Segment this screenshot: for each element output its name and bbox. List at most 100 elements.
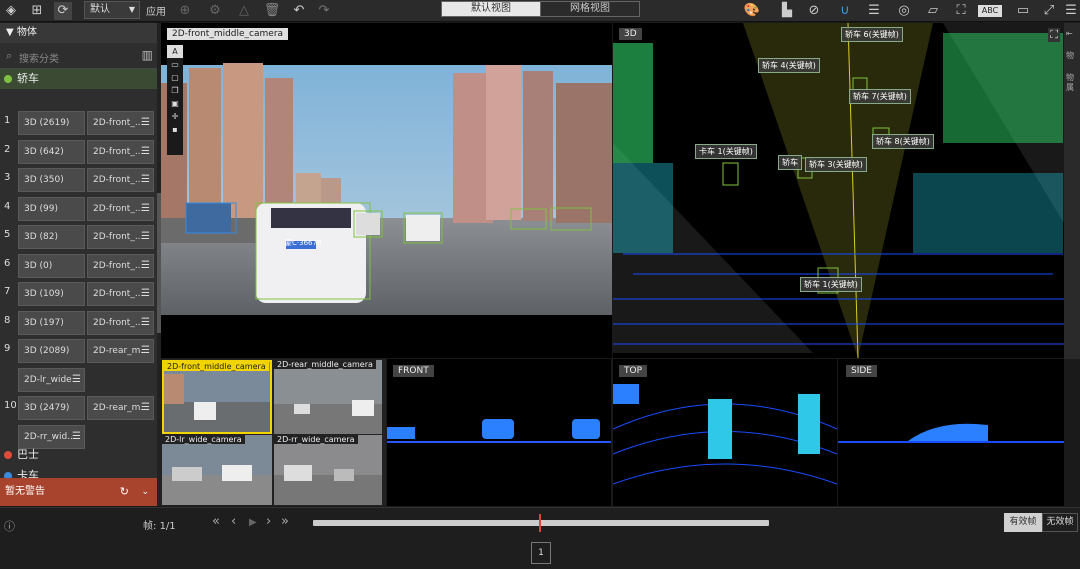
menu-icon[interactable]: ☰	[141, 141, 150, 163]
rect-tool-icon[interactable]: ▢	[167, 71, 183, 84]
abc-icon[interactable]: A	[167, 45, 183, 58]
sidebar-header[interactable]: ▼ 物体	[0, 23, 157, 43]
first-frame-icon[interactable]: «	[212, 514, 220, 529]
menu-icon[interactable]: ☰	[141, 312, 150, 334]
camera-icon[interactable]: ◎	[895, 2, 913, 20]
tab-default-view[interactable]: 默认视图	[442, 2, 540, 16]
chip-3d[interactable]: 3D (82)	[18, 225, 85, 249]
object-label[interactable]: 卡车 1(关键帧)	[695, 144, 757, 159]
main-camera-view[interactable]: 2D-front_middle_camera 蒙C·3667B	[161, 23, 612, 358]
invalid-frame-button[interactable]: 无效帧	[1042, 513, 1078, 532]
chip-3d[interactable]: 3D (0)	[18, 253, 85, 278]
list-icon[interactable]: ☰	[865, 2, 883, 20]
chip-3d[interactable]: 3D (350)	[18, 168, 85, 192]
screen-icon[interactable]: ▭	[1014, 2, 1032, 20]
chip-2d[interactable]: 2D-lr_wide... ☰	[18, 367, 85, 392]
box-tool-icon[interactable]: ▭	[167, 58, 183, 71]
chip-2d[interactable]: 2D-front_... ☰	[87, 168, 154, 192]
view-3d[interactable]: 3D ⛶ 轿车 6(关键帧) 轿车 4(关键帧) 轿车 7(关键帧) 轿车 8(…	[613, 23, 1064, 358]
chip-3d[interactable]: 3D (197)	[18, 310, 85, 335]
merge-icon[interactable]: ⊕	[176, 2, 194, 20]
chevron-down-icon[interactable]: ⌄	[141, 478, 149, 506]
eye-off-icon[interactable]: ⊘	[805, 2, 823, 20]
timeline-marker[interactable]	[539, 514, 541, 532]
info-icon[interactable]: ⓘ	[4, 518, 15, 534]
point-tool-icon[interactable]: ▪	[167, 123, 183, 136]
prev-frame-icon[interactable]: ‹	[231, 514, 236, 529]
chip-3d[interactable]: 3D (2479)	[18, 396, 85, 420]
search-input[interactable]: 搜索分类	[19, 50, 59, 65]
magnet-icon[interactable]: ∪	[836, 2, 854, 20]
fullscreen-icon[interactable]: ⛶	[952, 2, 970, 20]
valid-frame-button[interactable]: 有效帧	[1004, 513, 1042, 532]
palette-icon[interactable]: 🎨	[743, 2, 761, 20]
menu-icon[interactable]: ☰	[141, 198, 150, 220]
menu-icon[interactable]: ☰	[141, 255, 150, 277]
refresh-icon[interactable]: ↻	[120, 478, 129, 506]
chip-2d[interactable]: 2D-rear_m... ☰	[87, 339, 154, 363]
polygon-icon[interactable]: △	[235, 2, 253, 20]
right-collapsed-panel[interactable]: ⇤ 物 物 属	[1064, 23, 1080, 359]
object-label[interactable]: 轿车 3(关键帧)	[805, 157, 867, 172]
preset-select[interactable]: 默认 ▼	[84, 1, 140, 19]
menu-icon[interactable]: ☰	[141, 112, 150, 134]
chip-2d[interactable]: 2D-front_... ☰	[87, 310, 154, 335]
menu-icon[interactable]: ☰	[141, 169, 150, 191]
crosshair-icon[interactable]: ✛	[167, 110, 183, 123]
chip-2d[interactable]: 2D-front_... ☰	[87, 139, 154, 164]
front-view[interactable]: FRONT	[387, 359, 611, 506]
page-number[interactable]: 1	[531, 542, 551, 564]
thumb-rr-wide[interactable]: 2D-rr_wide_camera	[274, 435, 382, 505]
next-frame-icon[interactable]: ›	[266, 514, 271, 529]
trash-icon[interactable]: 🗑	[263, 2, 281, 20]
chip-2d[interactable]: 2D-front_... ☰	[87, 253, 154, 278]
object-label[interactable]: 轿车 8(关键帧)	[872, 134, 934, 149]
ruler-icon[interactable]: ▱	[924, 2, 942, 20]
object-label[interactable]: 轿车 4(关键帧)	[758, 58, 820, 73]
undo-icon[interactable]: ↶	[290, 2, 308, 20]
menu-icon[interactable]: ☰	[1062, 2, 1080, 20]
thumb-lr-wide[interactable]: 2D-lr_wide_camera	[162, 435, 272, 505]
sync-icon[interactable]: ⚙	[206, 2, 224, 20]
object-label[interactable]: 轿车 7(关键帧)	[849, 89, 911, 104]
chip-3d[interactable]: 3D (642)	[18, 139, 85, 164]
thumb-rear-middle[interactable]: 2D-rear_middle_camera	[274, 360, 382, 434]
object-label[interactable]: 轿车 1(关键帧)	[800, 277, 862, 292]
thumb-front-middle[interactable]: 2D-front_middle_camera	[162, 360, 272, 434]
timeline-slider[interactable]	[313, 514, 769, 532]
chip-3d[interactable]: 3D (99)	[18, 196, 85, 221]
layers-icon[interactable]: ◈	[2, 2, 20, 20]
refresh-select-icon[interactable]: ⟳	[54, 2, 72, 20]
menu-icon[interactable]: ☰	[141, 397, 150, 419]
add-box-icon[interactable]: ⊞	[28, 2, 46, 20]
menu-icon[interactable]: ☰	[141, 283, 150, 305]
chip-3d[interactable]: 3D (2619)	[18, 111, 85, 135]
chip-3d[interactable]: 3D (109)	[18, 282, 85, 306]
chip-2d[interactable]: 2D-rear_m... ☰	[87, 396, 154, 420]
collapse-icon[interactable]: ⇤	[1064, 29, 1080, 39]
tab-grid-view[interactable]: 网格视图	[540, 2, 639, 16]
cube-tool-icon[interactable]: ▣	[167, 97, 183, 110]
category-search[interactable]: ⌕ 搜索分类 ▥	[0, 43, 157, 69]
abc-toggle[interactable]: ABC	[978, 5, 1002, 17]
redo-icon[interactable]: ↷	[315, 2, 333, 20]
fit-view-icon[interactable]: ⛶	[1048, 28, 1060, 42]
last-frame-icon[interactable]: »	[281, 514, 289, 529]
menu-icon[interactable]: ☰	[72, 369, 81, 391]
chip-3d[interactable]: 3D (2089)	[18, 339, 85, 363]
menu-icon[interactable]: ☰	[141, 340, 150, 362]
category-sedan[interactable]: 轿车	[0, 69, 157, 89]
object-label[interactable]: 轿车 6(关键帧)	[841, 27, 903, 42]
category-bus[interactable]: 巴士	[0, 445, 157, 465]
play-icon[interactable]: ▶	[249, 517, 257, 528]
category-truck[interactable]: 卡车	[0, 466, 157, 478]
object-label[interactable]: 轿车	[778, 155, 802, 170]
copy-tool-icon[interactable]: ❐	[167, 84, 183, 97]
chip-2d[interactable]: 2D-front_... ☰	[87, 196, 154, 221]
chip-2d[interactable]: 2D-front_... ☰	[87, 282, 154, 306]
apply-button[interactable]: 应用	[146, 3, 166, 18]
bar-chart-icon[interactable]: ▥	[142, 48, 153, 62]
chip-2d[interactable]: 2D-front_... ☰	[87, 111, 154, 135]
paint-icon[interactable]: ▙	[778, 2, 796, 20]
expand-icon[interactable]: ⤢	[1040, 2, 1058, 20]
